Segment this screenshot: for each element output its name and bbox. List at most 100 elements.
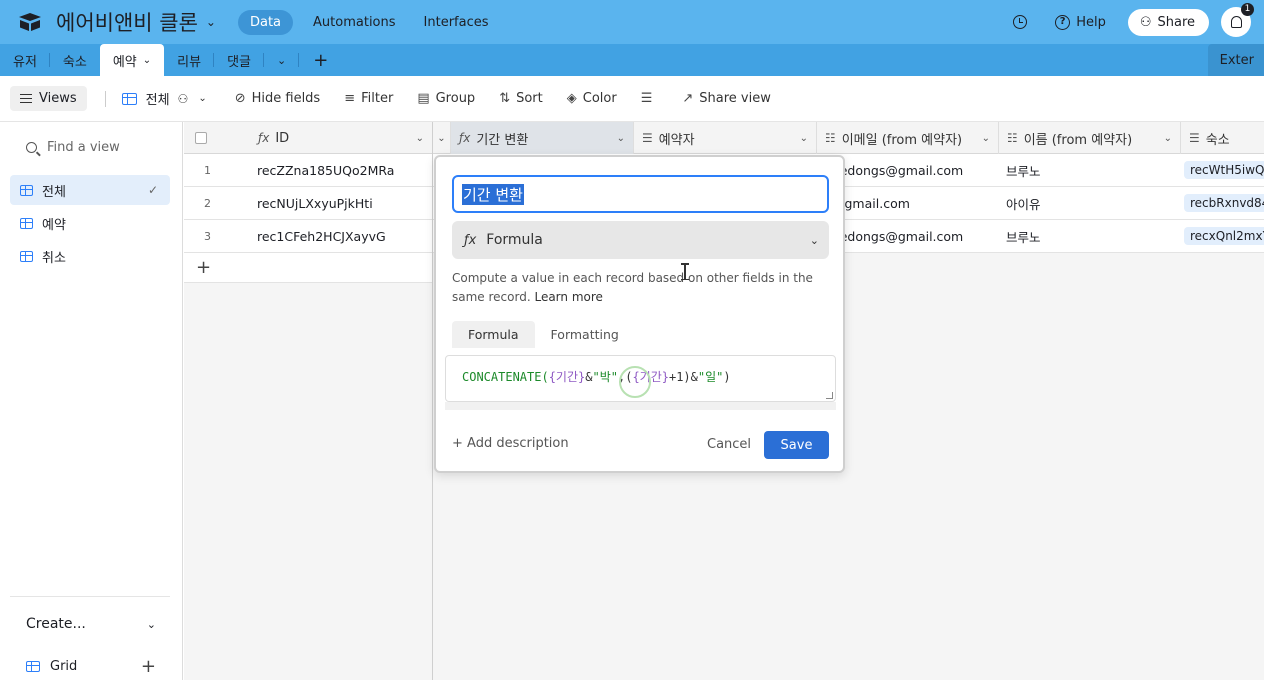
column-header-stay[interactable]: ☰ 숙소 [1181, 122, 1264, 154]
sidebar-view-cancelled[interactable]: 취소 [10, 241, 170, 271]
nav-automations[interactable]: Automations [313, 15, 396, 30]
tab-label: 숙소 [62, 54, 87, 70]
select-all-cell[interactable] [184, 122, 248, 154]
hamburger-icon [20, 94, 32, 103]
help-link[interactable]: Help [1076, 15, 1106, 30]
paint-bucket-icon: ◈ [566, 91, 577, 106]
chevron-down-icon[interactable]: ⌄ [617, 133, 625, 144]
share-view-button[interactable]: ↗ Share view [682, 91, 771, 106]
formula-string: "일" [697, 370, 724, 384]
sidebar-view-all[interactable]: 전체 ✓ [10, 175, 170, 205]
base-title[interactable]: 에어비앤비 클론 [56, 7, 198, 37]
column-label: ID [275, 130, 290, 146]
tab-stays[interactable]: 숙소 [50, 44, 100, 76]
chevron-down-icon[interactable]: ⌄ [982, 133, 990, 144]
linked-record-chip[interactable]: recxQnl2mxY [1184, 227, 1264, 245]
grid-view-icon [121, 92, 137, 105]
views-toggle-button[interactable]: Views [10, 86, 87, 111]
cell-stay[interactable]: recWtH5iwQ [1181, 154, 1264, 186]
sort-button[interactable]: ⇅ Sort [499, 91, 543, 106]
cell-name[interactable]: 브루노 [999, 154, 1179, 186]
share-button[interactable]: ⚇ Share [1127, 8, 1209, 36]
history-icon[interactable] [1013, 15, 1028, 29]
column-header-email[interactable]: ☷ 이메일 (from 예약자) ⌄ [817, 122, 999, 154]
grid-view-icon [20, 250, 33, 262]
chevron-down-icon[interactable]: ⌄ [800, 133, 808, 144]
tab-label: 유저 [13, 54, 37, 70]
current-view-name[interactable]: 전체 [146, 89, 170, 108]
cell-id[interactable]: recNUjLXxyuPjkHti [249, 187, 433, 219]
cell-id[interactable]: recZZna185UQo2MRa [249, 154, 433, 186]
extensions-button[interactable]: Exter [1207, 44, 1264, 76]
nav-interfaces[interactable]: Interfaces [424, 15, 489, 30]
plus-icon: + [196, 257, 212, 278]
field-name-input[interactable]: 기간 변환 [452, 175, 829, 213]
add-record-row[interactable]: + [184, 253, 432, 283]
find-view-search[interactable]: Find a view [26, 140, 120, 155]
cancel-button[interactable]: Cancel [707, 437, 751, 452]
sort-icon: ⇅ [499, 91, 511, 106]
chevron-down-icon[interactable]: ⌄ [198, 93, 206, 104]
filter-button[interactable]: ≡ Filter [344, 91, 393, 106]
sidebar-view-reservations[interactable]: 예약 [10, 208, 170, 238]
notifications-button[interactable]: 1 [1221, 3, 1254, 37]
column-header-period[interactable]: ƒx 기간 변환 ⌄ [451, 122, 634, 154]
color-button[interactable]: ◈ Color [567, 91, 617, 106]
chevron-down-icon[interactable]: ⌄ [143, 55, 151, 66]
cell-stay[interactable]: recbRxnvd84 [1181, 187, 1264, 219]
column-header-name[interactable]: ☷ 이름 (from 예약자) ⌄ [999, 122, 1181, 154]
linked-record-chip[interactable]: recbRxnvd84 [1184, 194, 1264, 212]
grid-label: Grid [50, 659, 78, 674]
filter-icon: ≡ [344, 91, 356, 106]
tab-users[interactable]: 유저 [0, 44, 50, 76]
divider [10, 596, 170, 597]
cell-name[interactable]: 아이유 [999, 187, 1179, 219]
hide-fields-button[interactable]: ⊘ Hide fields [235, 91, 321, 106]
create-view-toggle[interactable]: Create... ⌄ [26, 616, 156, 632]
column-header-id[interactable]: ƒx ID ⌄ [248, 122, 433, 154]
tab-formula[interactable]: Formula [452, 321, 535, 348]
all-tables-button[interactable]: ⌄ [264, 44, 300, 76]
resize-handle-icon[interactable] [826, 392, 833, 399]
tab-comments[interactable]: 댓글 [214, 44, 264, 76]
formula-subtabs: Formula Formatting [452, 321, 635, 348]
extensions-label: Exter [1219, 52, 1254, 68]
field-type-select[interactable]: ƒx Formula ⌄ [452, 221, 829, 259]
check-icon: ✓ [147, 183, 158, 197]
share-label: Share [1157, 14, 1195, 30]
add-table-button[interactable]: + [299, 44, 342, 76]
formula-field-ref: {기간} [548, 370, 586, 384]
table-tabs: 유저 숙소 예약 ⌄ 리뷰 댓글 ⌄ + Exter [0, 44, 1264, 76]
cell-name[interactable]: 브루노 [999, 220, 1179, 252]
chevron-down-icon[interactable]: ⌄ [437, 133, 445, 144]
chevron-down-icon: ⌄ [277, 53, 287, 67]
formula-editor-footer [445, 402, 836, 410]
top-bar: 에어비앤비 클론 ⌄ Data Automations Interfaces ?… [0, 0, 1264, 44]
color-label: Color [582, 91, 617, 106]
base-logo-icon[interactable] [18, 12, 42, 32]
create-grid-view[interactable]: Grid + [26, 656, 156, 677]
tab-reservations[interactable]: 예약 ⌄ [99, 44, 165, 76]
cell-stay[interactable]: recxQnl2mxY [1181, 220, 1264, 252]
column-header-reserver[interactable]: ☰ 예약자 ⌄ [634, 122, 817, 154]
linked-record-chip[interactable]: recWtH5iwQ [1184, 161, 1264, 179]
tab-formatting[interactable]: Formatting [535, 321, 635, 348]
chevron-down-icon[interactable]: ⌄ [416, 133, 424, 144]
cell-id[interactable]: rec1CFeh2HCJXayvG [249, 220, 433, 252]
find-view-placeholder: Find a view [47, 140, 120, 155]
column-label: 숙소 [1205, 132, 1230, 148]
field-type-value: Formula [486, 232, 543, 248]
save-button[interactable]: Save [764, 431, 829, 459]
select-all-checkbox[interactable] [195, 132, 207, 144]
group-button[interactable]: ▤ Group [417, 91, 475, 106]
tab-reviews[interactable]: 리뷰 [164, 44, 215, 76]
chevron-down-icon[interactable]: ⌄ [1164, 133, 1172, 144]
row-height-button[interactable]: ☰ [641, 91, 659, 106]
filter-label: Filter [361, 91, 394, 106]
help-icon[interactable]: ? [1055, 14, 1071, 30]
nav-data[interactable]: Data [237, 9, 294, 35]
add-description-button[interactable]: + Add description [452, 436, 569, 451]
column-label: 이름 (from 예약자) [1023, 132, 1133, 148]
learn-more-link[interactable]: Learn more [534, 290, 602, 304]
chevron-down-icon[interactable]: ⌄ [206, 15, 216, 29]
